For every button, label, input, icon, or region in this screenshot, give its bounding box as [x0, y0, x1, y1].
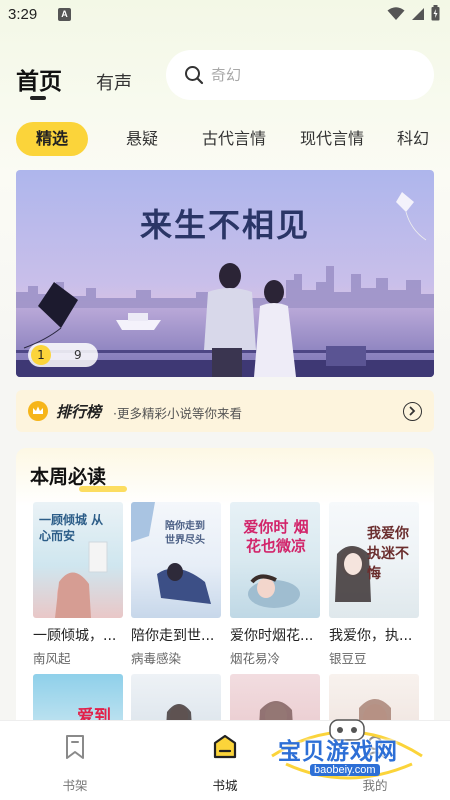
book-author: 病毒感染 [131, 651, 182, 666]
category-suspense[interactable]: 悬疑 [126, 122, 158, 156]
chevron-right-icon[interactable] [403, 402, 422, 421]
nav-bookstore-label: 书城 [212, 778, 238, 793]
watermark-url: baobeiy.com [310, 764, 380, 776]
watermark-text: 宝贝游戏网 [278, 739, 398, 765]
book-card[interactable]: 爱你时 烟花也微凉 爱你时烟花... 烟花易冷 [230, 502, 320, 667]
book-title: 一顾倾城，... [33, 628, 117, 644]
status-icons [387, 5, 440, 25]
nav-bookstore[interactable]: 书城 [190, 733, 260, 793]
crown-icon [28, 401, 48, 421]
banner-title: 来生不相见 [139, 206, 310, 244]
category-modern-romance[interactable]: 现代言情 [300, 122, 364, 156]
search-input[interactable] [211, 63, 411, 87]
battery-icon [431, 5, 440, 25]
bookmark-icon [62, 735, 88, 765]
category-ancient-romance[interactable]: 古代言情 [202, 122, 266, 156]
book-author: 南风起 [33, 651, 71, 666]
cover-text: 我爱你 执迷不悔 [367, 526, 409, 582]
status-time: 3:29 [8, 6, 38, 23]
pager-total: 9 [74, 348, 82, 362]
book-cover: 我爱你 执迷不悔 [329, 502, 419, 618]
book-title: 我爱你，执... [329, 628, 413, 644]
tab-audio[interactable]: 有声 [96, 69, 132, 95]
banner-carousel[interactable]: 来生不相见 1 9 [16, 170, 434, 377]
store-icon [211, 734, 239, 765]
book-card[interactable]: 陪你走到 世界尽头 陪你走到世... 病毒感染 [131, 502, 221, 667]
book-cover: 爱你时 烟花也微凉 [230, 502, 320, 618]
ranking-subtitle: ·更多精彩小说等你来看 [113, 406, 242, 421]
pager-current: 1 [31, 345, 51, 365]
weekly-title: 本周必读 [30, 466, 107, 488]
ranking-entry[interactable]: 排行榜 ·更多精彩小说等你来看 [16, 390, 434, 432]
search-icon [184, 65, 204, 89]
book-author: 烟花易冷 [230, 651, 281, 666]
tab-home-indicator [30, 96, 46, 100]
nav-bookshelf[interactable]: 书架 [40, 733, 110, 793]
book-card[interactable]: 我爱你 执迷不悔 我爱你，执... 银豆豆 [329, 502, 419, 667]
cover-text: 爱你时 烟花也微凉 [243, 518, 309, 555]
status-bar: 3:29 A [0, 0, 450, 30]
book-cover: 陪你走到 世界尽头 [131, 502, 221, 618]
cover-text: 一顾倾城 从心而安 [39, 513, 104, 543]
wifi-icon [387, 6, 405, 25]
a-app-icon: A [58, 8, 71, 21]
book-cover: 一顾倾城 从心而安 [33, 502, 123, 618]
ranking-title: 排行榜 [56, 403, 102, 421]
site-watermark: 宝贝游戏网 baobeiy.com [262, 716, 432, 790]
category-featured[interactable]: 精选 [16, 122, 89, 156]
signal-icon [411, 6, 425, 25]
book-author: 银豆豆 [329, 651, 367, 666]
book-card[interactable]: 一顾倾城 从心而安 一顾倾城，... 南风起 [33, 502, 123, 667]
book-title: 爱你时烟花... [230, 628, 314, 644]
book-title: 陪你走到世... [131, 628, 215, 644]
search-bar[interactable] [166, 50, 434, 100]
banner-pager: 1 9 [28, 343, 98, 367]
category-scifi[interactable]: 科幻 [397, 122, 429, 156]
tab-home[interactable]: 首页 [16, 62, 62, 96]
nav-bookshelf-label: 书架 [62, 778, 88, 793]
category-tabs: 精选 悬疑 古代言情 现代言情 科幻 [16, 122, 450, 158]
weekly-section: 本周必读 一顾倾城 从心而安 一顾倾城，... 南风起 陪你走到 世界尽头 陪你… [16, 448, 434, 738]
cover-text: 陪你走到 世界尽头 [165, 521, 205, 546]
